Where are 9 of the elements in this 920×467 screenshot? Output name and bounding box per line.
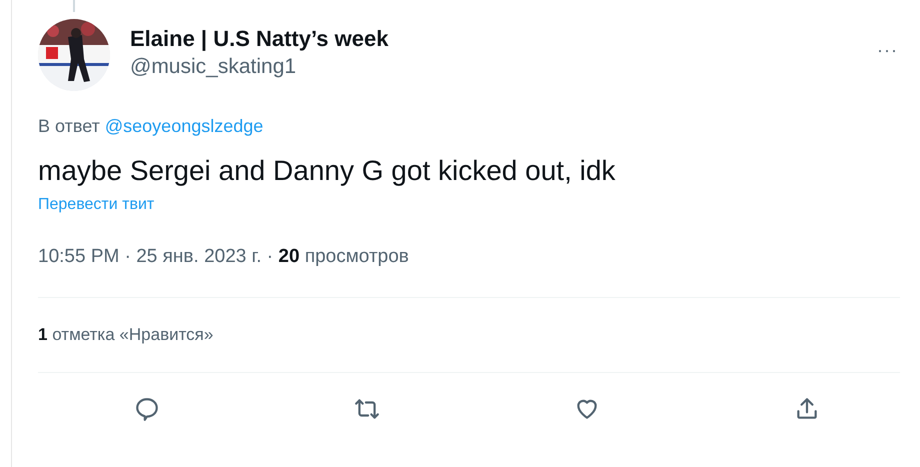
author-name[interactable]: Elaine | U.S Natty’s week — [130, 25, 388, 53]
tweet-text: maybe Sergei and Danny G got kicked out, idk — [38, 154, 616, 188]
reply-icon[interactable] — [134, 396, 160, 422]
tweet-meta: 10:55 PM · 25 янв. 2023 г. · 20 просмотров — [38, 245, 410, 269]
likes-count[interactable]: 1 отметка «Нравится» — [38, 324, 214, 346]
more-button[interactable]: ··· — [877, 41, 898, 59]
retweet-icon[interactable] — [354, 396, 380, 422]
author-handle[interactable]: @music_skating1 — [130, 53, 388, 81]
reply-label: В ответ — [38, 115, 100, 138]
